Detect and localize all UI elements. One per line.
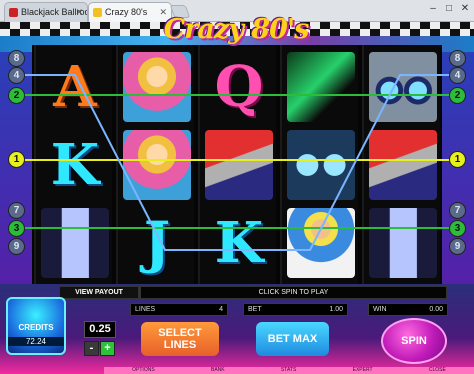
payline-badge[interactable]: 7 — [449, 202, 466, 219]
reel-3: Q K — [198, 45, 276, 285]
reel-1: A K — [34, 45, 112, 285]
symbol-sunglasses-icon — [284, 127, 358, 203]
symbol-king: K — [214, 210, 264, 276]
coin-decrease-button[interactable]: - — [84, 341, 99, 356]
symbol-bottle-icon — [38, 205, 112, 281]
win-field: WIN 0.00 — [368, 303, 448, 316]
select-lines-button[interactable]: SELECT LINES — [141, 322, 219, 356]
game-logo: Crazy 80's — [163, 14, 310, 45]
menu-item-bank[interactable]: BANK — [211, 367, 225, 374]
credits-value: 72.24 — [8, 337, 64, 346]
payline-badge[interactable]: 3 — [8, 220, 25, 237]
payline-badge[interactable]: 2 — [8, 87, 25, 104]
close-icon[interactable]: ✕ — [75, 3, 83, 21]
symbol-phone-icon — [366, 127, 440, 203]
reel-4 — [280, 45, 358, 285]
lines-value: 4 — [219, 306, 223, 313]
game-favicon-icon — [93, 8, 102, 17]
spin-button[interactable]: SPIN — [381, 318, 447, 364]
payline-badge[interactable]: 8 — [449, 50, 466, 67]
bottom-menu: OPTIONS BANK STATS EXPERT CLOSE — [104, 367, 474, 374]
symbol-girl-icon — [120, 127, 194, 203]
window-close-icon[interactable]: ✕ — [458, 2, 472, 16]
payline-badge[interactable]: 1 — [449, 151, 466, 168]
menu-item-options[interactable]: OPTIONS — [132, 367, 155, 374]
symbol-phone-icon — [202, 127, 276, 203]
payline-badge[interactable]: 1 — [8, 151, 25, 168]
payline-badge[interactable]: 9 — [8, 238, 25, 255]
reel-area: A K J Q K — [32, 45, 442, 285]
status-message: CLICK SPIN TO PLAY — [140, 286, 447, 299]
lines-field: LINES 4 — [130, 303, 228, 316]
symbol-boombox-icon — [366, 49, 440, 125]
browser-tab-blackjack[interactable]: Blackjack Ballroom Casino ✕ — [4, 2, 88, 22]
bet-max-button[interactable]: BET MAX — [256, 322, 329, 356]
payline-badge[interactable]: 9 — [449, 238, 466, 255]
payline-badge[interactable]: 7 — [8, 202, 25, 219]
symbol-queen: Q — [214, 54, 264, 120]
menu-item-expert[interactable]: EXPERT — [353, 367, 373, 374]
coin-value-display: 0.25 — [84, 321, 116, 338]
menu-item-stats[interactable]: STATS — [281, 367, 296, 374]
lines-label: LINES — [135, 306, 156, 313]
credits-label: CREDITS — [18, 323, 54, 332]
symbol-sneaker-icon — [284, 49, 358, 125]
maximize-icon[interactable]: □ — [442, 2, 456, 16]
symbol-jack: J — [143, 210, 171, 276]
symbol-ace: A — [53, 54, 97, 120]
coin-increase-button[interactable]: + — [100, 341, 115, 356]
payline-badge[interactable]: 3 — [449, 220, 466, 237]
bet-field: BET 1.00 — [243, 303, 348, 316]
reel-5 — [362, 45, 440, 285]
bet-label: BET — [248, 306, 262, 313]
bet-value: 1.00 — [329, 306, 343, 313]
minimize-icon[interactable]: – — [426, 2, 440, 16]
payline-badge[interactable]: 4 — [449, 67, 466, 84]
win-label: WIN — [373, 306, 387, 313]
reel-2: J — [116, 45, 194, 285]
payline-badge[interactable]: 2 — [449, 87, 466, 104]
win-value: 0.00 — [429, 306, 443, 313]
symbol-girl-icon — [120, 49, 194, 125]
credits-display: CREDITS 72.24 — [6, 297, 66, 355]
symbol-king: K — [50, 132, 100, 198]
symbol-dancer-icon — [284, 205, 358, 281]
tab-label: Crazy 80's — [105, 7, 148, 17]
casino-favicon-icon — [9, 8, 18, 17]
payline-badge[interactable]: 4 — [8, 67, 25, 84]
payline-badge[interactable]: 8 — [8, 50, 25, 67]
view-payout-button[interactable]: VIEW PAYOUT — [59, 286, 139, 299]
menu-item-close[interactable]: CLOSE — [429, 367, 446, 374]
symbol-bottle-icon — [366, 205, 440, 281]
